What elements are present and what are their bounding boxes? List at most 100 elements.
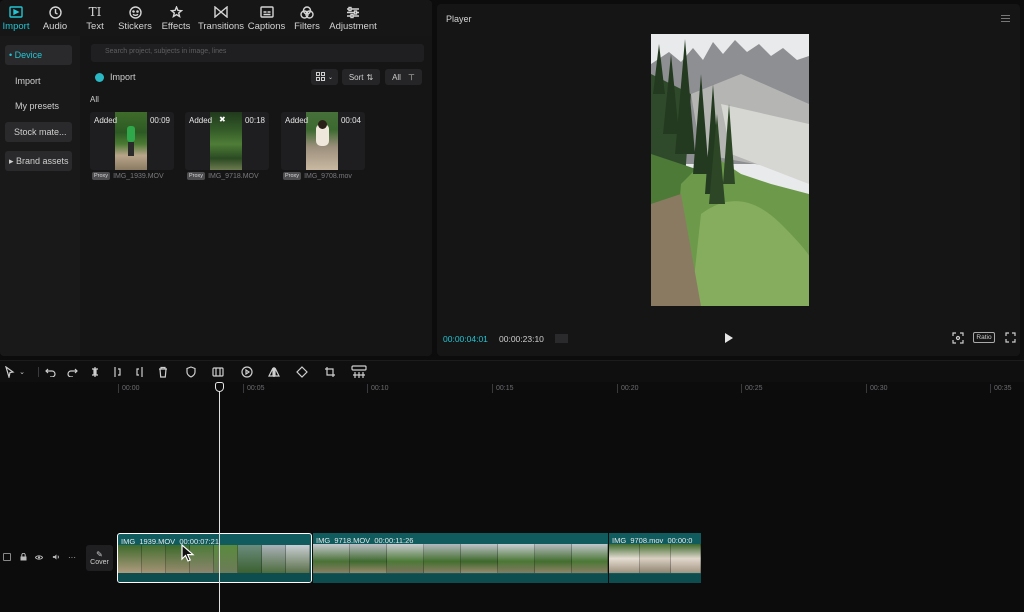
sidebar-item-device[interactable]: • Device — [5, 45, 72, 65]
video-frame-image — [651, 34, 809, 306]
proxy-badge: Proxy — [92, 172, 111, 180]
total-timecode: 00:00:23:10 — [499, 334, 544, 344]
transitions-icon — [213, 5, 229, 19]
sidebar-item-brand-assets[interactable]: ▸ Brand assets — [5, 151, 72, 171]
captions-icon — [259, 5, 275, 19]
sidebar-item-my-presets[interactable]: My presets — [11, 96, 78, 116]
tab-audio[interactable]: Audio — [32, 0, 78, 36]
sidebar-item-import[interactable]: Import — [11, 71, 78, 91]
fit-view-icon[interactable] — [951, 331, 965, 344]
fullscreen-icon[interactable] — [1003, 331, 1017, 344]
undo-icon[interactable] — [43, 365, 57, 379]
select-tool-icon[interactable] — [3, 365, 17, 379]
tab-filters[interactable]: Filters — [285, 0, 329, 36]
filters-icon — [299, 5, 315, 19]
split-icon[interactable] — [88, 365, 102, 379]
freeze-frame-icon[interactable] — [211, 365, 225, 379]
timeline-ruler[interactable]: 00:00 00:05 00:10 00:15 00:20 00:25 00:3… — [0, 382, 1024, 396]
ruler-tick: 00:05 — [243, 384, 265, 393]
mirror-icon[interactable] — [267, 365, 281, 379]
tab-filters-label: Filters — [294, 21, 320, 32]
duration-label: 00:09 — [149, 116, 170, 125]
import-button-label: Import — [110, 72, 136, 82]
rotate-icon[interactable] — [295, 365, 309, 379]
view-mode-button[interactable]: ⌄ — [311, 69, 338, 85]
clip-thumbnail-strip — [118, 545, 311, 574]
crop-icon[interactable] — [323, 365, 337, 379]
cover-button[interactable]: ✎ Cover — [86, 545, 113, 571]
ruler-tick: 00:35 — [990, 384, 1012, 393]
proxy-badge: Proxy — [283, 172, 302, 180]
import-button[interactable]: Import — [95, 70, 136, 84]
playhead-line[interactable] — [219, 388, 220, 612]
eye-icon[interactable] — [35, 553, 43, 561]
delete-right-icon[interactable] — [133, 365, 147, 379]
tab-stickers-label: Stickers — [118, 21, 152, 32]
sort-button[interactable]: Sort ⇅ — [342, 69, 380, 85]
more-options-icon[interactable]: ··· — [68, 553, 76, 562]
grid-view-icon — [315, 71, 325, 83]
chevron-down-icon: ⌄ — [327, 74, 334, 81]
media-item-1[interactable]: Added 00:09 — [90, 112, 174, 170]
tab-captions-label: Captions — [247, 21, 286, 32]
file-name: IMG_9708.mov — [304, 172, 352, 180]
media-item-3[interactable]: Added 00:04 — [281, 112, 365, 170]
timeline-toolbar: ⌄ — [0, 360, 1024, 382]
chevron-down-icon[interactable]: ⌄ — [17, 365, 27, 379]
sidebar-item-stock-materials[interactable]: Stock mate... — [5, 122, 72, 142]
play-button[interactable] — [725, 333, 733, 343]
cover-label: Cover — [90, 559, 109, 566]
redo-icon[interactable] — [65, 365, 79, 379]
timeline-clip-1[interactable]: IMG_1939.MOV 00:00:07:21 — [117, 533, 312, 583]
edit-pencil-icon: ✎ — [96, 550, 103, 559]
speed-icon[interactable] — [240, 365, 254, 379]
tab-import-label: Import — [2, 21, 30, 32]
media-item-3-name: Proxy IMG_9708.mov — [283, 172, 352, 180]
tab-adjustment-label: Adjustment — [329, 21, 377, 32]
menu-icon[interactable] — [1001, 15, 1010, 22]
sort-icon: ⇅ — [366, 72, 374, 82]
top-navigation: Import Audio TI Text Stickers Effects Tr… — [0, 0, 432, 36]
audio-icon — [47, 5, 63, 19]
timeline-clip-2[interactable]: IMG_9718.MOV 00:00:11:26 — [313, 533, 608, 583]
clip-audio-bar — [118, 573, 311, 582]
tab-adjustment[interactable]: Adjustment — [329, 0, 377, 36]
auto-reframe-icon[interactable] — [350, 365, 368, 379]
added-label: Added — [189, 116, 213, 125]
tab-captions[interactable]: Captions — [248, 0, 285, 36]
ruler-tick: 00:15 — [492, 384, 514, 393]
media-panel: Import Audio TI Text Stickers Effects Tr… — [0, 0, 432, 356]
current-timecode: 00:00:04:01 — [443, 334, 488, 344]
tab-transitions[interactable]: Transitions — [194, 0, 248, 36]
lock-icon[interactable] — [19, 553, 27, 561]
sort-label: Sort — [348, 72, 364, 82]
tab-text[interactable]: TI Text — [78, 0, 112, 36]
playhead-handle[interactable] — [215, 382, 224, 392]
trash-icon[interactable] — [156, 365, 170, 379]
speaker-icon[interactable] — [52, 553, 60, 561]
ratio-button[interactable]: Ratio — [973, 331, 995, 344]
close-icon[interactable]: ✖ — [219, 115, 226, 124]
tab-effects[interactable]: Effects — [158, 0, 194, 36]
file-name: IMG_1939.MOV — [113, 172, 164, 180]
delete-left-icon[interactable] — [110, 365, 124, 379]
media-item-2[interactable]: Added ✖ 00:18 — [185, 112, 269, 170]
mouse-cursor-icon — [181, 543, 195, 567]
effects-icon — [168, 5, 184, 19]
tab-effects-label: Effects — [161, 21, 191, 32]
filter-button[interactable]: All ⊤ — [385, 69, 422, 85]
duration-label: 00:04 — [340, 116, 361, 125]
timecode-format-toggle[interactable] — [555, 334, 568, 343]
media-item-1-name: Proxy IMG_1939.MOV — [92, 172, 164, 180]
track-collapse-icon[interactable] — [3, 553, 11, 561]
ruler-tick: 00:00 — [118, 384, 140, 393]
thumbnail-image — [115, 112, 147, 170]
thumbnail-image — [210, 112, 242, 170]
media-search-input[interactable]: Search project, subjects in image, lines — [91, 44, 424, 62]
timeline-clip-3[interactable]: IMG_9708.mov 00:00:0 — [609, 533, 701, 583]
media-item-2-name: Proxy IMG_9718.MOV — [187, 172, 259, 180]
shield-icon[interactable] — [184, 365, 198, 379]
ruler-tick: 00:30 — [866, 384, 888, 393]
tab-import[interactable]: Import — [0, 0, 32, 36]
tab-stickers[interactable]: Stickers — [112, 0, 158, 36]
